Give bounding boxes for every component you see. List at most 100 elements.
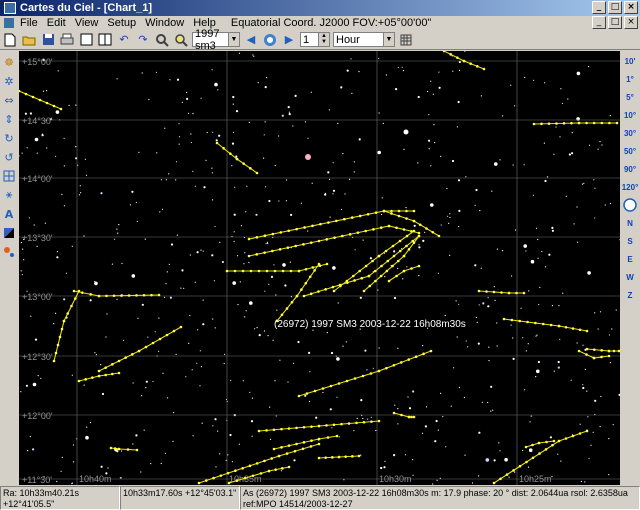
star bbox=[116, 298, 118, 300]
track-point bbox=[358, 269, 362, 273]
fov-10min-button[interactable]: 10' bbox=[622, 53, 638, 69]
inner-maximize-button[interactable]: □ bbox=[608, 16, 622, 29]
fov-5deg-button[interactable]: 5° bbox=[622, 89, 638, 105]
menu-setup[interactable]: Setup bbox=[107, 17, 136, 29]
save-icon[interactable] bbox=[40, 32, 56, 48]
open-folder-icon[interactable] bbox=[21, 32, 37, 48]
menu-file[interactable]: File bbox=[20, 17, 38, 29]
tile-windows-icon[interactable] bbox=[97, 32, 113, 48]
flip-horizontal-icon[interactable]: ⇔ bbox=[1, 92, 17, 108]
rotate-right-icon[interactable]: ↻ bbox=[1, 130, 17, 146]
constellation-icon[interactable]: ⚹ bbox=[1, 187, 17, 203]
star bbox=[477, 342, 480, 345]
star bbox=[455, 300, 457, 302]
star bbox=[44, 222, 46, 224]
track-point bbox=[295, 426, 298, 430]
grid-settings-icon[interactable] bbox=[398, 32, 414, 48]
label-icon[interactable]: A bbox=[1, 206, 17, 222]
asteroid-track bbox=[276, 263, 320, 322]
star bbox=[211, 199, 214, 201]
fov-120deg-button[interactable]: 120° bbox=[622, 179, 639, 195]
star bbox=[558, 305, 560, 307]
next-step-icon[interactable]: ▶ bbox=[281, 32, 297, 48]
search-object-icon[interactable] bbox=[154, 32, 170, 48]
undo-icon[interactable]: ↶ bbox=[116, 32, 132, 48]
star bbox=[252, 54, 254, 56]
star bbox=[434, 440, 437, 443]
track-point bbox=[335, 219, 338, 223]
star bbox=[68, 104, 70, 106]
track-point bbox=[544, 448, 548, 451]
star bbox=[487, 305, 490, 308]
spin-arrows-icon[interactable]: ▲ ▼ bbox=[318, 33, 329, 46]
star bbox=[404, 454, 407, 456]
menu-view[interactable]: View bbox=[75, 17, 99, 29]
object-description: As (26972) 1997 SM3 2003-12-22 16h08m30s… bbox=[240, 486, 640, 510]
south-button[interactable]: S bbox=[622, 233, 638, 249]
star bbox=[536, 334, 538, 336]
track-point bbox=[285, 452, 289, 455]
chevron-down-icon[interactable]: ▼ bbox=[383, 33, 394, 46]
fov-10deg-button[interactable]: 10° bbox=[622, 107, 638, 123]
fov-30deg-button[interactable]: 30° bbox=[622, 125, 638, 141]
star bbox=[326, 332, 328, 334]
track-point bbox=[24, 92, 28, 96]
east-button[interactable]: E bbox=[622, 251, 638, 267]
close-button[interactable]: × bbox=[624, 1, 638, 14]
star bbox=[267, 242, 269, 244]
west-button[interactable]: W bbox=[622, 269, 638, 285]
star bbox=[413, 224, 416, 227]
new-icon[interactable] bbox=[2, 32, 18, 48]
flip-vertical-icon[interactable]: ⇕ bbox=[1, 111, 17, 127]
star bbox=[382, 122, 384, 124]
print-icon[interactable] bbox=[59, 32, 75, 48]
time-unit-select[interactable]: Hour ▼ bbox=[333, 32, 395, 47]
star bbox=[148, 98, 150, 101]
star bbox=[364, 349, 367, 352]
track-point bbox=[368, 284, 372, 288]
track-point bbox=[104, 366, 107, 369]
fov-1deg-button[interactable]: 1° bbox=[622, 71, 638, 87]
chart-settings-icon[interactable]: ☸ bbox=[1, 54, 17, 70]
rotate-left-icon[interactable]: ↺ bbox=[1, 149, 17, 165]
menu-window[interactable]: Window bbox=[145, 17, 184, 29]
all-sky-icon[interactable] bbox=[622, 197, 638, 213]
star bbox=[131, 274, 136, 278]
planet-icon[interactable] bbox=[1, 244, 17, 260]
track-point bbox=[578, 432, 582, 435]
object-select[interactable]: 1997 sm3 ▼ bbox=[192, 28, 240, 52]
track-point bbox=[615, 121, 619, 125]
star bbox=[358, 71, 360, 73]
night-vision-icon[interactable] bbox=[1, 225, 17, 241]
zenith-button[interactable]: Z bbox=[622, 287, 638, 303]
north-button[interactable]: N bbox=[622, 215, 638, 231]
chevron-down-icon[interactable]: ▼ bbox=[228, 33, 239, 46]
star bbox=[78, 194, 81, 196]
star bbox=[244, 252, 246, 254]
single-window-icon[interactable] bbox=[78, 32, 94, 48]
fov-50deg-button[interactable]: 50° bbox=[622, 143, 638, 159]
zoom-search-icon[interactable] bbox=[173, 32, 189, 48]
step-value-field[interactable]: 1 ▲ ▼ bbox=[300, 32, 330, 47]
fov-90deg-button[interactable]: 90° bbox=[622, 161, 638, 177]
center-object-icon[interactable]: ✲ bbox=[1, 73, 17, 89]
minimize-button[interactable]: _ bbox=[592, 1, 606, 14]
star bbox=[165, 283, 167, 285]
star bbox=[480, 267, 482, 269]
grid-icon[interactable] bbox=[1, 168, 17, 184]
sky-chart[interactable]: +15°00' +14°30' +14°00' +13°30' +13°00' +12°3… bbox=[19, 51, 620, 485]
redo-icon[interactable]: ↷ bbox=[135, 32, 151, 48]
sky-chart-canvas[interactable]: +15°00' +14°30' +14°00' +13°30' +13°00' +12°3… bbox=[19, 51, 620, 485]
previous-step-icon[interactable]: ◀ bbox=[243, 32, 259, 48]
menu-edit[interactable]: Edit bbox=[47, 17, 66, 29]
maximize-button[interactable]: □ bbox=[608, 1, 622, 14]
inner-minimize-button[interactable]: _ bbox=[592, 16, 606, 29]
star bbox=[293, 459, 296, 462]
star bbox=[367, 418, 369, 420]
inner-close-button[interactable]: × bbox=[624, 16, 638, 29]
star bbox=[324, 193, 327, 196]
animate-icon[interactable] bbox=[262, 32, 278, 48]
star bbox=[528, 448, 533, 453]
track-point bbox=[564, 437, 568, 440]
star bbox=[300, 202, 302, 204]
